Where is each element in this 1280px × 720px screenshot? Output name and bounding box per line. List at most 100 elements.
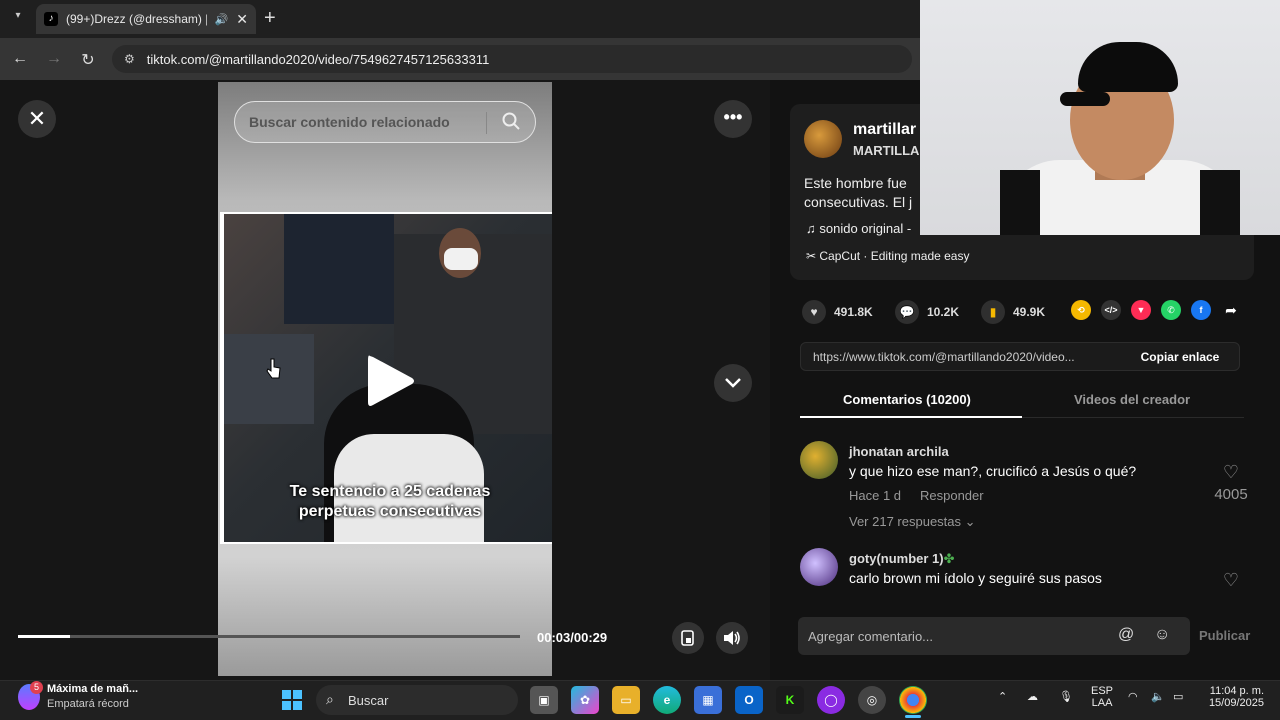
clock-time: 11:04 p. m.: [1209, 685, 1264, 697]
chrome-icon[interactable]: [899, 686, 927, 714]
comment-input[interactable]: Agregar comentario... @ ☺: [798, 617, 1190, 655]
outlook-icon[interactable]: O: [735, 686, 763, 714]
language-indicator[interactable]: ESP LAA: [1091, 685, 1113, 709]
share-link-url[interactable]: https://www.tiktok.com/@martillando2020/…: [801, 350, 1121, 364]
repost-icon[interactable]: ⟲: [1071, 300, 1091, 320]
face-mask: [444, 248, 478, 270]
capcut-icon: ✂: [806, 249, 820, 263]
site-info-icon[interactable]: ⚙: [124, 52, 135, 66]
url-bar[interactable]: ⚙ tiktok.com/@martillando2020/video/7549…: [112, 45, 912, 73]
comment-username-text: goty(number 1): [849, 551, 944, 566]
notification-badge: 5: [30, 681, 43, 694]
search-icon[interactable]: [501, 111, 521, 131]
copilot-icon[interactable]: ✿: [571, 686, 599, 714]
file-explorer-icon[interactable]: ▭: [612, 686, 640, 714]
comment-username[interactable]: jhonatan archila: [849, 444, 949, 459]
comment-avatar[interactable]: [800, 548, 838, 586]
obs-icon[interactable]: ◎: [858, 686, 886, 714]
like-button[interactable]: ♥ 491.8K: [802, 300, 873, 324]
close-video-button[interactable]: ✕: [18, 100, 56, 138]
next-video-button[interactable]: [714, 364, 752, 402]
clock-date: 15/09/2025: [1208, 697, 1264, 709]
divider: [486, 112, 487, 134]
volume-button[interactable]: [716, 622, 748, 654]
comment-icon: 💬: [895, 300, 919, 324]
keyboard-layout: LAA: [1091, 697, 1113, 709]
battery-icon[interactable]: ▭: [1173, 690, 1183, 703]
heart-icon: ♥: [802, 300, 826, 324]
save-count: 49.9K: [1013, 305, 1046, 319]
view-replies-button[interactable]: Ver 217 respuestas ⌄: [849, 514, 976, 530]
app-icon[interactable]: ◯: [817, 686, 845, 714]
kick-icon[interactable]: K: [776, 686, 804, 714]
pip-icon: [681, 630, 694, 646]
more-options-button[interactable]: •••: [714, 100, 752, 138]
creator-name[interactable]: martillar: [853, 121, 916, 139]
send-icon[interactable]: ▼: [1131, 300, 1151, 320]
tab-search-button[interactable]: ▾: [8, 10, 28, 28]
comment-heart-icon[interactable]: ♡: [1211, 462, 1251, 483]
comment-count: 10.2K: [927, 305, 960, 319]
like-count: 491.8K: [834, 305, 873, 319]
taskbar-search-label: Buscar: [348, 692, 389, 708]
back-button[interactable]: ←: [10, 50, 30, 68]
tray-overflow-icon[interactable]: ⌃: [998, 690, 1007, 703]
related-search-input[interactable]: Buscar contenido relacionado: [234, 101, 536, 143]
picture-in-picture-button[interactable]: [672, 622, 704, 654]
clock[interactable]: 11:04 p. m. 15/09/2025: [1200, 685, 1264, 709]
embed-icon[interactable]: </>: [1101, 300, 1121, 320]
store-icon[interactable]: ▦: [694, 686, 722, 714]
publish-button[interactable]: Publicar: [1199, 628, 1250, 643]
tab-comments[interactable]: Comentarios (10200): [843, 392, 971, 407]
hand-cursor-icon: [266, 358, 281, 379]
copy-link-button[interactable]: Copiar enlace: [1121, 350, 1239, 364]
forward-button[interactable]: →: [44, 50, 64, 68]
edge-icon[interactable]: e: [653, 686, 681, 714]
play-icon[interactable]: [364, 352, 416, 410]
sound-link[interactable]: ♫ sonido original -: [806, 221, 911, 236]
microphone-icon[interactable]: 🎙: [1059, 690, 1073, 703]
taskbar: [0, 680, 1280, 720]
facebook-icon[interactable]: f: [1191, 300, 1211, 320]
widget-title[interactable]: Máxima de mañ...: [47, 683, 138, 695]
view-replies-label: Ver 217 respuestas: [849, 514, 962, 529]
cap-brim: [1060, 92, 1110, 106]
capcut-link[interactable]: ✂ CapCut · Editing made easy: [806, 249, 969, 263]
comment-avatar[interactable]: [800, 441, 838, 479]
close-tab-icon[interactable]: ✕: [236, 11, 248, 28]
whatsapp-icon[interactable]: ✆: [1161, 300, 1181, 320]
taskbar-search[interactable]: ⌕ Buscar: [316, 685, 518, 715]
share-arrow-icon[interactable]: ➦: [1221, 300, 1241, 320]
reply-button[interactable]: Responder: [920, 488, 984, 503]
search-placeholder: Buscar contenido relacionado: [249, 114, 450, 130]
audio-icon[interactable]: 🔊: [215, 13, 229, 26]
chevron-down-icon: ⌄: [964, 514, 976, 529]
new-tab-button[interactable]: +: [264, 7, 276, 30]
speaker-icon[interactable]: 🔈: [1151, 690, 1165, 703]
start-button[interactable]: [278, 686, 306, 714]
reload-button[interactable]: ↻: [78, 50, 98, 70]
search-icon: ⌕: [326, 691, 334, 707]
browser-tab[interactable]: ♪ (99+)Drezz (@dressham) | T 🔊 ✕: [36, 4, 256, 34]
onedrive-icon[interactable]: ☁: [1027, 690, 1038, 703]
active-app-indicator: [905, 715, 921, 718]
sound-label: sonido original -: [819, 221, 912, 236]
comment-username[interactable]: goty(number 1)✤: [849, 551, 955, 567]
comment-button[interactable]: 💬 10.2K: [895, 300, 959, 324]
task-view-icon[interactable]: ▣: [530, 686, 558, 714]
comment-time: Hace 1 d: [849, 488, 902, 503]
chevron-down-icon: [725, 378, 741, 388]
progress-track[interactable]: [18, 635, 520, 638]
person-cap: [1078, 42, 1178, 92]
mention-icon[interactable]: @: [1118, 626, 1134, 644]
url-text: tiktok.com/@martillando2020/video/754962…: [146, 51, 490, 67]
tab-creator-videos[interactable]: Videos del creador: [1074, 392, 1190, 407]
progress-fill: [18, 635, 70, 638]
capcut-label: CapCut · Editing made easy: [819, 249, 970, 263]
creator-avatar[interactable]: [804, 120, 842, 158]
language-code: ESP: [1091, 685, 1114, 697]
comment-heart-icon[interactable]: ♡: [1211, 570, 1251, 591]
wifi-icon[interactable]: ◠: [1128, 690, 1138, 703]
emoji-icon[interactable]: ☺: [1154, 626, 1170, 644]
save-button[interactable]: ▮ 49.9K: [981, 300, 1045, 324]
